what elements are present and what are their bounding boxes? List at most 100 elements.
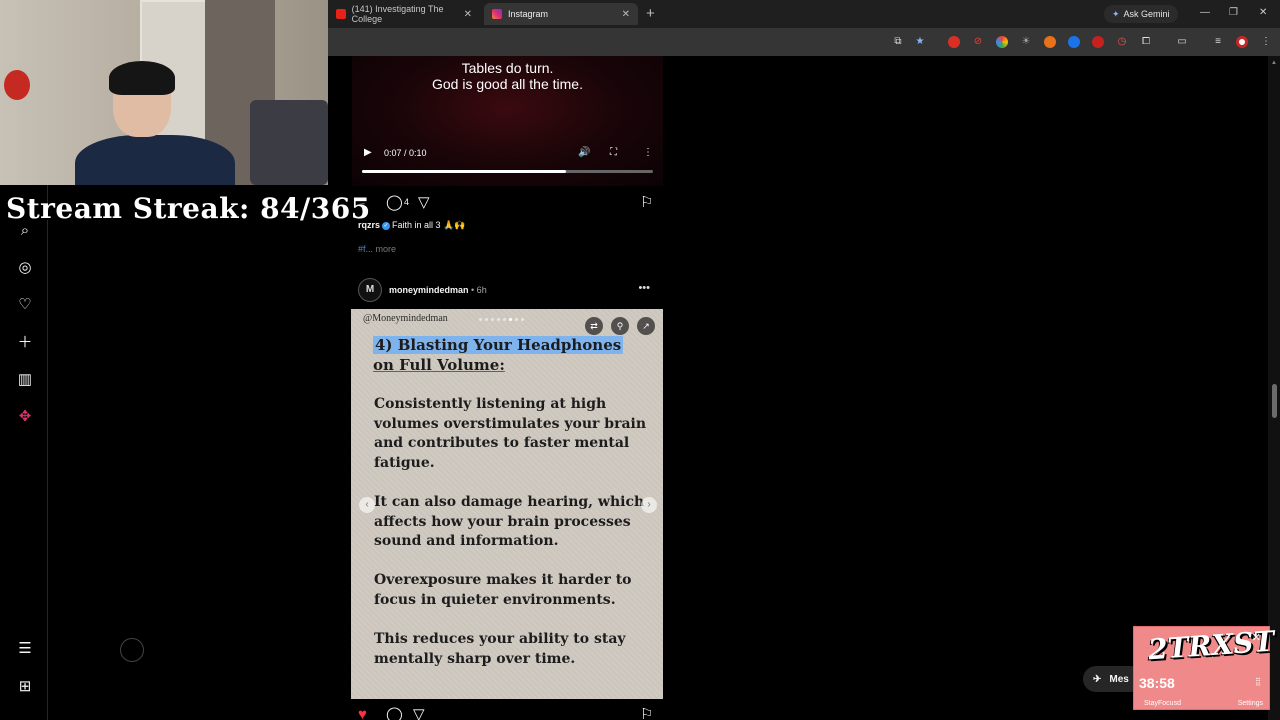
notifications-heart-icon[interactable]: ♡	[16, 296, 34, 314]
gemini-icon: ✦	[1112, 8, 1120, 19]
more-link[interactable]: more	[376, 244, 397, 254]
video-caption: God is good all the time.	[432, 76, 583, 92]
messages-label: Mes	[1109, 673, 1129, 685]
timer-extension-icon[interactable]: ◷	[1116, 36, 1128, 48]
post-author: moneymindedman • 6h	[389, 285, 487, 295]
volume-icon[interactable]: 🔊	[578, 147, 590, 158]
slide-paragraph: This reduces your ability to stay mental…	[374, 631, 626, 667]
pager-dot	[491, 318, 494, 321]
instagram-icon	[492, 9, 502, 19]
video-options-icon[interactable]: ⋮	[643, 147, 653, 158]
new-tab-button[interactable]: +	[646, 5, 655, 22]
explore-icon[interactable]: ◎	[16, 259, 34, 277]
share-icon[interactable]: ▽	[418, 194, 430, 212]
stayfocusd-timer-widget: 2TRXST ✕ 38:58 ⣿ StayFocusd Settings	[1133, 625, 1275, 710]
video-player[interactable]: Tables do turn. God is good all the time…	[352, 56, 663, 186]
fullscreen-icon[interactable]: ⛶	[610, 147, 617, 158]
slide-title-line2: on Full Volume:	[373, 356, 505, 374]
profile-avatar[interactable]	[1236, 36, 1248, 48]
video-time: 0:07 / 0:10	[384, 148, 427, 158]
next-slide-chevron-icon[interactable]: ›	[641, 497, 657, 513]
slide-paragraph: Consistently listening at high volumes o…	[374, 396, 647, 471]
youtube-icon	[336, 9, 346, 19]
repost-icon[interactable]: ⇄	[585, 317, 603, 335]
bookmark-star-icon[interactable]: ★	[914, 36, 926, 48]
verified-icon: ✓	[382, 221, 391, 230]
play-icon[interactable]: ▶	[364, 147, 372, 158]
caption-text: Faith in all 3 🙏🙌	[392, 220, 466, 230]
post-actions: ♥ ◯ 4 ▽ ⚐	[358, 194, 658, 214]
extensions-puzzle-icon[interactable]: ⧠	[1140, 36, 1152, 48]
screen: (141) Investigating The College ✕ Instag…	[0, 0, 1280, 720]
side-panel-icon[interactable]: ▭	[1176, 36, 1188, 48]
hashtag-link[interactable]: #f...	[358, 244, 373, 254]
dashboard-icon[interactable]: ▥	[16, 371, 34, 389]
webcam-streamer	[75, 61, 235, 185]
post-username[interactable]: moneymindedman	[389, 285, 469, 295]
close-icon[interactable]: ✕	[464, 9, 472, 20]
more-options-icon[interactable]: •••	[638, 282, 650, 294]
pager-dot-active	[509, 318, 512, 321]
grid-icon[interactable]: ⣿	[1255, 677, 1261, 686]
extension-icon[interactable]	[948, 36, 960, 48]
carousel-pager	[479, 318, 524, 321]
block-extension-icon[interactable]: ⊘	[972, 36, 984, 48]
minimize-button[interactable]: —	[1200, 7, 1210, 18]
close-icon[interactable]: ✕	[1252, 631, 1261, 644]
extension-icon[interactable]	[1068, 36, 1080, 48]
ask-gemini-label: Ask Gemini	[1123, 9, 1170, 19]
extension-icon[interactable]	[1044, 36, 1056, 48]
ask-gemini-button[interactable]: ✦ Ask Gemini	[1104, 5, 1178, 23]
window-close-button[interactable]: ✕	[1259, 7, 1267, 18]
tab-instagram[interactable]: Instagram ✕	[484, 3, 638, 25]
save-bookmark-icon[interactable]: ⚐	[640, 706, 653, 720]
meta-ai-icon[interactable]: ✥	[16, 408, 34, 426]
comment-icon[interactable]: ◯	[386, 706, 403, 720]
tab-title: (141) Investigating The College	[351, 4, 444, 24]
scroll-up-icon[interactable]: ▲	[1271, 60, 1277, 66]
share-icon[interactable]: ▽	[413, 706, 425, 720]
tab-youtube[interactable]: (141) Investigating The College ✕	[328, 3, 480, 25]
previous-slide-chevron-icon[interactable]: ‹	[359, 497, 375, 513]
pager-dot	[503, 318, 506, 321]
cast-icon[interactable]: ⧉	[892, 36, 904, 48]
slide-paragraph: Overexposure makes it harder to focus in…	[374, 572, 632, 608]
caption-more: #f... more	[358, 244, 396, 254]
color-extension-icon[interactable]	[996, 36, 1008, 48]
avatar[interactable]: M	[358, 278, 382, 302]
carousel-slide[interactable]: @Moneymindedman ⇄ ⚲ ↗ 4) Blasting Your H…	[351, 309, 663, 699]
extension-icon[interactable]	[1092, 36, 1104, 48]
menu-kebab-icon[interactable]: ⋮	[1260, 36, 1272, 48]
save-bookmark-icon[interactable]: ⚐	[640, 194, 653, 212]
close-icon[interactable]: ✕	[622, 9, 630, 20]
post-header: M moneymindedman • 6h •••	[358, 278, 658, 302]
comment-icon[interactable]: ◯	[386, 194, 403, 212]
liked-heart-icon[interactable]: ♥	[358, 706, 367, 720]
page-scrollbar[interactable]: ▲	[1268, 56, 1280, 720]
post-age: • 6h	[471, 285, 487, 295]
post-caption: rqzrs ✓ Faith in all 3 🙏🙌	[358, 220, 465, 231]
slide-title-line1: 4) Blasting Your Headphones	[373, 336, 624, 354]
video-caption: Tables do turn.	[461, 60, 554, 76]
slide-extension-buttons: ⇄ ⚲ ↗	[585, 317, 655, 335]
slide-handle: @Moneymindedman	[363, 313, 448, 324]
pager-dot	[485, 318, 488, 321]
webcam-overlay	[0, 0, 328, 185]
pin-icon[interactable]: ⚲	[611, 317, 629, 335]
more-menu-icon[interactable]: ☰	[16, 640, 34, 658]
also-from-meta-icon[interactable]: ⊞	[16, 678, 34, 696]
comment-count: 4	[404, 197, 410, 207]
video-progress-bar[interactable]	[362, 170, 653, 173]
restore-button[interactable]: ❐	[1229, 7, 1238, 18]
pager-dot	[497, 318, 500, 321]
media-controls-icon[interactable]: ≡	[1212, 36, 1224, 48]
video-progress-fill	[362, 170, 566, 173]
create-plus-icon[interactable]: ＋	[16, 334, 34, 352]
pager-dot	[521, 318, 524, 321]
brightness-icon[interactable]: ☀	[1020, 36, 1032, 48]
timer-footer: StayFocusd	[1144, 700, 1181, 707]
timer-settings-link[interactable]: Settings	[1238, 700, 1263, 707]
scrollbar-thumb[interactable]	[1272, 384, 1277, 418]
webcam-chair	[250, 100, 328, 185]
open-external-icon[interactable]: ↗	[637, 317, 655, 335]
